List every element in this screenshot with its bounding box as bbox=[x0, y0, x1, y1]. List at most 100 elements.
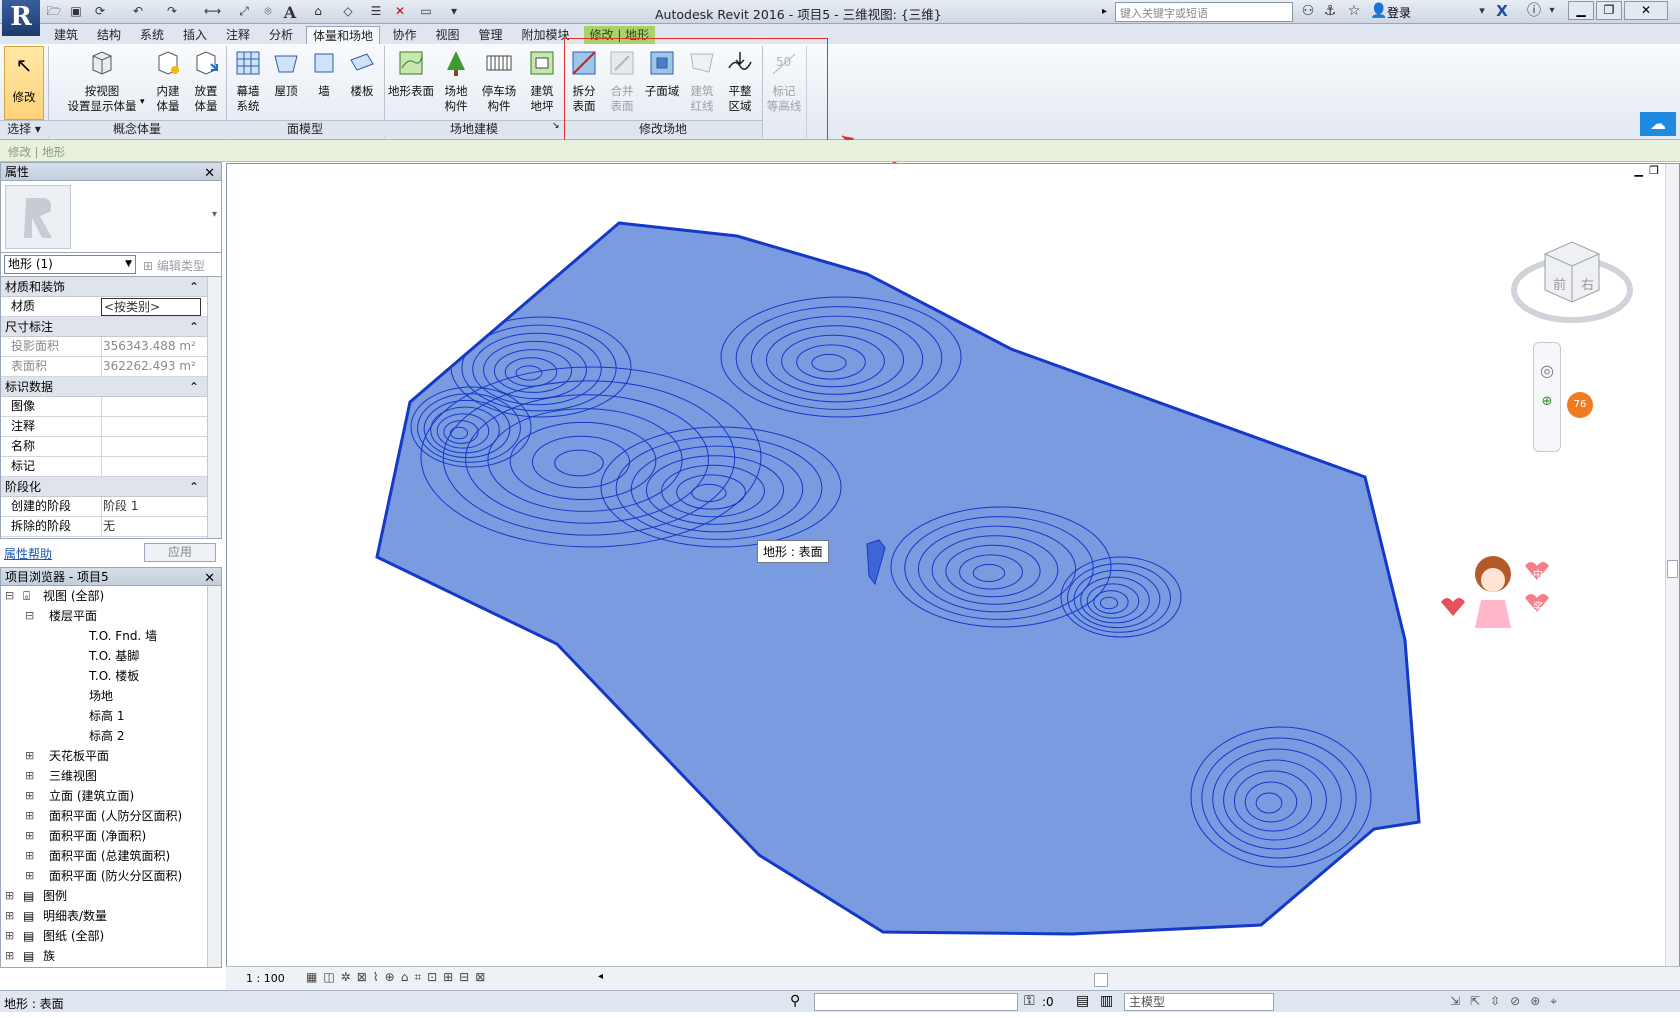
place-mass-button[interactable]: 放置 体量 bbox=[188, 48, 224, 114]
browser-item[interactable]: ⊞ 面积平面 (总建筑面积) bbox=[1, 846, 221, 866]
thin-lines-icon[interactable]: ☰ bbox=[368, 3, 384, 19]
browser-item[interactable]: ⊞ ▤ 图纸 (全部) bbox=[1, 926, 221, 946]
view-scale[interactable]: 1 : 100 bbox=[246, 972, 285, 985]
tab-9[interactable]: 管理 bbox=[473, 26, 509, 44]
site-component-button[interactable]: 场地 构件 bbox=[438, 48, 474, 114]
toposurface-region[interactable] bbox=[375, 221, 1421, 936]
expand-icon[interactable]: ⊞ bbox=[25, 766, 34, 786]
modify-button[interactable]: ↖ 修改 bbox=[4, 46, 44, 120]
tab-0[interactable]: 建筑 bbox=[48, 26, 84, 44]
help-dropdown-icon[interactable]: ▾ bbox=[1544, 3, 1560, 19]
expand-icon[interactable]: ⊞ bbox=[5, 886, 14, 906]
zoom-icon[interactable]: ⊕ bbox=[1534, 394, 1560, 409]
property-row[interactable]: 创建的阶段 阶段 1 bbox=[1, 497, 221, 517]
property-row[interactable]: 投影面积 356343.488 m² bbox=[1, 337, 221, 357]
property-group-header[interactable]: 尺寸标注 ⌃ bbox=[1, 317, 221, 337]
subscription-icon[interactable]: ⚓ bbox=[1322, 3, 1338, 19]
select-panel-title[interactable]: 选择 ▾ bbox=[0, 120, 48, 137]
viewcube-right-face[interactable]: 右 bbox=[1581, 274, 1594, 293]
expand-icon[interactable]: ⊞ bbox=[25, 746, 34, 766]
property-row[interactable]: 注释 bbox=[1, 417, 221, 437]
scroll-thumb[interactable] bbox=[1667, 560, 1678, 578]
selection-filter-icons[interactable]: ⇲⇱⇳⊘⊛⌖ bbox=[1450, 994, 1567, 1009]
browser-item[interactable]: 场地 bbox=[1, 686, 221, 706]
horizontal-scroll-thumb[interactable] bbox=[1094, 973, 1108, 987]
design-options-icon[interactable]: ▤ bbox=[1076, 993, 1089, 1009]
section-icon[interactable]: ◇ bbox=[340, 3, 356, 19]
tab-7[interactable]: 协作 bbox=[387, 26, 423, 44]
measure-icon[interactable]: ⟷ bbox=[204, 3, 221, 19]
favorites-star-icon[interactable]: ☆ bbox=[1346, 3, 1362, 19]
browser-item[interactable]: ⊟ 楼层平面 bbox=[1, 606, 221, 626]
property-group-header[interactable]: 阶段化 ⌃ bbox=[1, 477, 221, 497]
tab-2[interactable]: 系统 bbox=[134, 26, 170, 44]
tab-1[interactable]: 结构 bbox=[91, 26, 127, 44]
browser-item[interactable]: ⊟ ⌻ 视图 (全部) bbox=[1, 586, 221, 606]
viewcube[interactable]: 前 右 bbox=[1509, 230, 1635, 330]
vertical-scrollbar[interactable] bbox=[1665, 164, 1679, 970]
dropdown-arrow-icon[interactable]: ▾ bbox=[140, 97, 145, 107]
close-hidden-icon[interactable]: ✕ bbox=[392, 3, 408, 19]
collapse-icon[interactable]: ⊟ bbox=[5, 586, 14, 606]
parking-component-button[interactable]: 停车场 构件 bbox=[476, 48, 522, 114]
text-icon[interactable]: A bbox=[282, 3, 298, 22]
undo-icon[interactable]: ↶ bbox=[130, 3, 146, 19]
browser-item[interactable]: ⊞ ▤ 族 bbox=[1, 946, 221, 966]
expand-icon[interactable]: ⊞ bbox=[5, 926, 14, 946]
edit-type-button[interactable]: ⊞ 编辑类型 bbox=[143, 257, 205, 274]
tab-6[interactable]: 体量和场地 bbox=[306, 26, 381, 44]
view-restore-button[interactable]: ❐ bbox=[1649, 164, 1659, 177]
sync-icon[interactable]: ⟳ bbox=[92, 3, 108, 19]
browser-item[interactable]: ⊞ ▤ 图例 bbox=[1, 886, 221, 906]
search-input[interactable]: 键入关键字或短语 bbox=[1115, 2, 1293, 22]
browser-scrollbar[interactable] bbox=[207, 586, 221, 967]
browser-item[interactable]: T.O. Fnd. 墙 bbox=[1, 626, 221, 646]
help-icon[interactable]: ⓘ bbox=[1526, 3, 1542, 19]
minimize-button[interactable]: ▁ bbox=[1568, 1, 1594, 20]
cloud-icon[interactable]: ☁ bbox=[1640, 112, 1676, 136]
property-group-header[interactable]: 材质和装饰 ⌃ bbox=[1, 277, 221, 297]
workset-dropdown[interactable] bbox=[814, 993, 1018, 1011]
exchange-apps-icon[interactable]: X bbox=[1494, 3, 1510, 19]
browser-item[interactable]: ⊞ 天花板平面 bbox=[1, 746, 221, 766]
dimension-icon[interactable]: ⤢ bbox=[236, 3, 252, 19]
viewcube-front-face[interactable]: 前 bbox=[1553, 274, 1566, 293]
property-row[interactable]: 名称 bbox=[1, 437, 221, 457]
view-minimize-button[interactable]: ▁ bbox=[1635, 164, 1643, 177]
toposurface-button[interactable]: 地形表面 bbox=[386, 48, 436, 99]
worksets-icon[interactable]: ⚲ bbox=[790, 993, 800, 1009]
restore-button[interactable]: ❐ bbox=[1596, 1, 1622, 20]
customize-qat-icon[interactable]: ▾ bbox=[446, 3, 462, 19]
redo-icon[interactable]: ↷ bbox=[164, 3, 180, 19]
show-mass-by-view-button[interactable]: 按视图 设置显示体量 bbox=[60, 48, 144, 114]
property-row[interactable]: 标记 bbox=[1, 457, 221, 477]
property-row[interactable]: 图像 bbox=[1, 397, 221, 417]
save-icon[interactable]: ▣ bbox=[68, 3, 84, 19]
login-link[interactable]: 登录 bbox=[1387, 4, 1411, 21]
3d-view-canvas[interactable]: 地形 : 表面 ▁ ❐ ✕ 前 右 ◎ ⊕ 76 中 奖 bbox=[226, 163, 1680, 973]
browser-item[interactable]: ⊞ 三维视图 bbox=[1, 766, 221, 786]
browser-item[interactable]: ⊞ 立面 (建筑立面) bbox=[1, 786, 221, 806]
browser-item[interactable]: ⊞ 面积平面 (净面积) bbox=[1, 826, 221, 846]
collapse-icon[interactable]: ⌃ bbox=[189, 377, 199, 397]
main-model-dropdown[interactable]: 主模型 bbox=[1124, 993, 1274, 1011]
tab-4[interactable]: 注释 bbox=[220, 26, 256, 44]
user-icon[interactable]: 👤 bbox=[1370, 3, 1387, 19]
expand-icon[interactable]: ⊞ bbox=[25, 806, 34, 826]
browser-item[interactable]: ⊞ ▤ 明细表/数量 bbox=[1, 906, 221, 926]
type-selector-dropdown[interactable]: 地形 (1) ▼ bbox=[4, 255, 136, 274]
binoculars-icon[interactable]: ⚇ bbox=[1300, 3, 1316, 19]
properties-scrollbar[interactable] bbox=[207, 277, 221, 538]
3d-view-icon[interactable]: ⌂ bbox=[310, 3, 326, 19]
collapse-icon[interactable]: ⊟ bbox=[25, 606, 34, 626]
property-group-header[interactable]: 标识数据 ⌃ bbox=[1, 377, 221, 397]
steering-wheel-icon[interactable]: ◎ bbox=[1534, 361, 1560, 380]
design-options-icon[interactable]: ▥ bbox=[1100, 993, 1113, 1009]
switch-windows-icon[interactable]: ▭ bbox=[418, 3, 434, 19]
notification-badge[interactable]: 76 bbox=[1567, 392, 1593, 418]
open-icon[interactable]: 🗁 bbox=[46, 3, 62, 19]
browser-item[interactable]: 标高 2 bbox=[1, 726, 221, 746]
close-window-button[interactable]: ✕ bbox=[1624, 1, 1668, 20]
dropdown-arrow-icon[interactable]: ▾ bbox=[212, 209, 217, 220]
expand-icon[interactable]: ⊞ bbox=[25, 786, 34, 806]
